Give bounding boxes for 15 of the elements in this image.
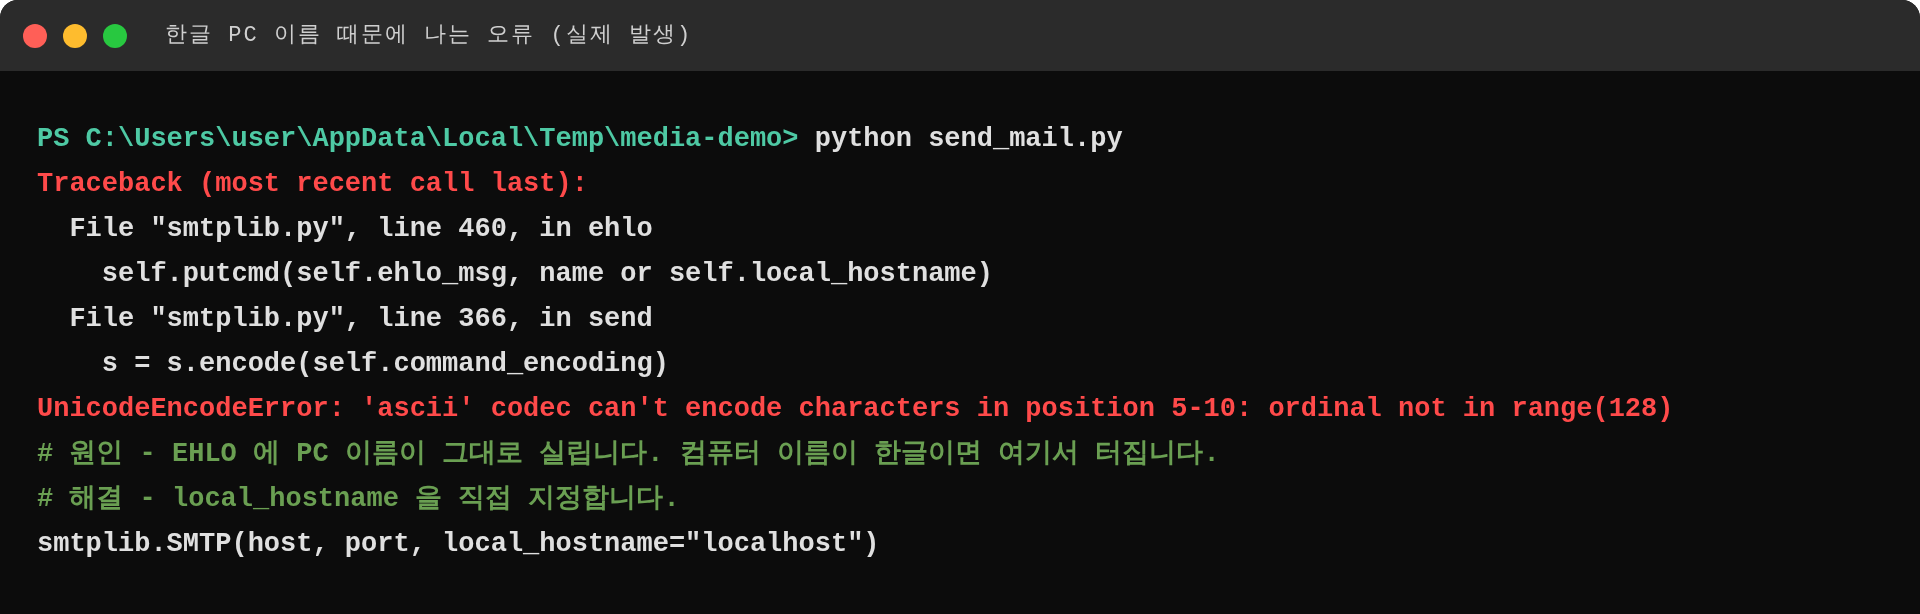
close-icon[interactable] (23, 23, 47, 48)
code-line: s = s.encode(self.command_encoding) (100, 349, 669, 379)
maximize-icon[interactable] (103, 23, 127, 48)
comment-line: # 원인 - EHLO 에 PC 이름이 그대로 실립니다. 컴퓨터 이름이 한글이면 여기서 터집니다. (37, 439, 1220, 469)
error-line: UnicodeEncodeError: 'ascii' codec can't encode characters in position 5-10: ordinal not in range(128) (37, 394, 1674, 424)
code-line: File "smtplib.py", line 460, in ehlo (68, 214, 653, 244)
error-line: Traceback (most recent call last): (37, 169, 588, 199)
prompt-text: PS C:\Users\user\AppData\Local\Temp\media-demo> (37, 124, 799, 154)
code-line: self.putcmd(self.ehlo_msg, name or self.local_hostname) (100, 259, 993, 289)
code-line: File "smtplib.py", line 366, in send (68, 304, 653, 334)
comment-line: # 해결 - local_hostname 을 직접 지정합니다. (37, 484, 680, 514)
window-title: 한글 PC 이름 때문에 나는 오류 (실제 발생) (165, 22, 693, 50)
code-line: smtplib.SMTP(host, port, local_hostname="localhost") (37, 529, 880, 559)
command-text: python send_mail.py (814, 124, 1123, 154)
minimize-icon[interactable] (63, 23, 87, 48)
